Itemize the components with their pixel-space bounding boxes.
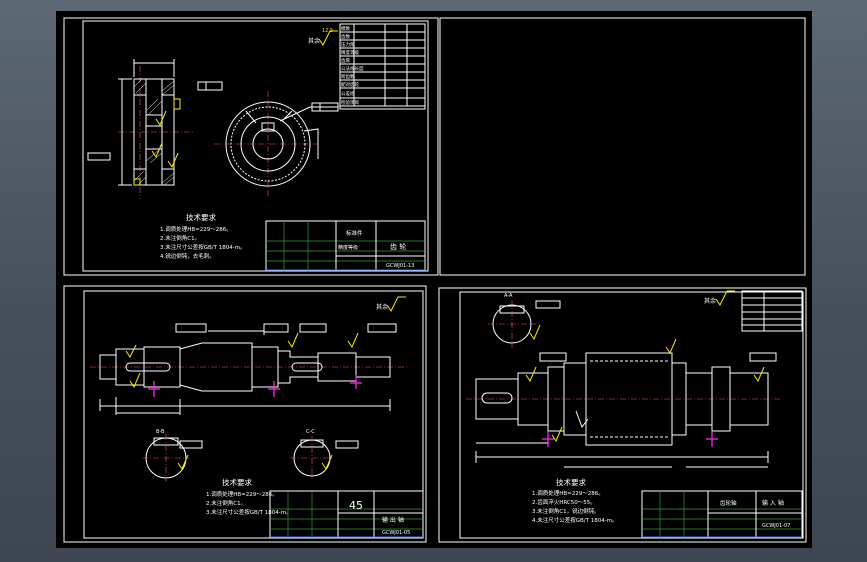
gear-shaft-note-1: 1.调质处理HB=229～286。 [532, 489, 604, 497]
gear-shaft-part-name: 输 入 轴 [762, 499, 784, 507]
sheet-empty-top [439, 17, 806, 276]
gear-shaft-view [466, 338, 782, 468]
shaft-drawing-number: GCWJ01-05 [382, 530, 410, 536]
sheet-gear-shaft: 其余 A-A 技术要求 1.调质处理HB=229～286。 2.齿面淬火HRC5… [438, 287, 807, 543]
gear-notes-title: 技术要求 [186, 212, 216, 222]
shaft-technical-notes: 技术要求 1.调质处理HB=229～286。 2.未注倒角C1。 3.未注尺寸公… [206, 477, 292, 516]
shaft-roughness-symbol-icon [386, 296, 406, 312]
gear-roughness-value: 12.5 [322, 28, 333, 34]
gear-shaft-technical-notes: 技术要求 1.调质处理HB=229～286。 2.齿面淬火HRC50～55。 3… [532, 477, 618, 524]
gear-table-row-10: 检验项目 [341, 99, 359, 106]
gear-table-row-5: 齿厚 [341, 58, 350, 64]
gear-shaft-title-block: 齿轮轴 输 入 轴 GCWJ01-07 [641, 490, 803, 539]
gear-shaft-drawing-number: GCWJ01-07 [762, 523, 790, 529]
gear-title-block: 标准件 精度等级 齿 轮 GCWJ01-13 [265, 220, 426, 272]
gear-table-row-4: 精度等级 [341, 49, 359, 56]
gear-parameter-table: 模数 齿数 压力角 精度等级 齿厚 公法线长度 跨齿数 配对齿轮 公差组 检验项… [339, 23, 426, 110]
model-space-canvas[interactable]: 模数 齿数 压力角 精度等级 齿厚 公法线长度 跨齿数 配对齿轮 公差组 检验项… [56, 11, 812, 548]
gear-table-row-6: 公法线长度 [341, 65, 364, 72]
shaft-material: 45 [349, 499, 363, 512]
gear-note-4: 4.锐边倒钝，去毛刺。 [160, 252, 215, 260]
gear-part-name: 齿 轮 [390, 242, 406, 251]
output-shaft-view [90, 323, 408, 415]
gear-shaft-title-cell: 齿轮轴 [720, 499, 737, 507]
gear-shaft-notes-title: 技术要求 [556, 477, 586, 487]
gear-table-row-3: 压力角 [341, 41, 355, 48]
gear-rest-label: 其余 [308, 37, 320, 45]
gear-front-view [214, 91, 339, 197]
gear-shaft-note-2: 2.齿面淬火HRC50～55。 [532, 498, 596, 506]
gear-table-row-9: 公差组 [341, 90, 355, 97]
section-a-label: A-A [504, 293, 513, 299]
section-b-label: B-B [156, 429, 165, 435]
section-b-b: B-B [142, 429, 203, 482]
gear-shaft-note-4: 4.未注尺寸公差按GB/T 1804-m。 [532, 516, 618, 524]
shaft-rest-label: 其余 [376, 303, 388, 311]
gear-shaft-rest-label: 其余 [704, 297, 716, 305]
gear-note-1: 1.调质处理HB=229～286。 [160, 225, 232, 233]
sheet-output-shaft: 其余 B-B C-C 技术要求 1.调质处理HB=229～286。 2.未注倒角… [63, 285, 427, 543]
shaft-note-2: 2.未注倒角C1。 [206, 499, 246, 507]
gear-table-row-8: 配对齿轮 [341, 81, 359, 88]
gear-drawing-number: GCWJ01-13 [386, 263, 414, 269]
section-c-label: C-C [306, 429, 315, 435]
shaft-title-block: 45 输 出 轴 GCWJ01-05 [269, 490, 424, 539]
gear-note-3: 3.未注尺寸公差按GB/T 1804-m。 [160, 243, 246, 251]
gear-shaft-table [741, 290, 803, 332]
shaft-part-name: 输 出 轴 [382, 516, 404, 524]
cad-viewport: 模数 齿数 压力角 精度等级 齿厚 公法线长度 跨齿数 配对齿轮 公差组 检验项… [0, 0, 867, 562]
shaft-notes-title: 技术要求 [222, 477, 252, 487]
gear-shaft-roughness-symbol-icon [715, 290, 735, 306]
gear-table-row-7: 跨齿数 [341, 73, 355, 80]
gear-note-2: 2.未注倒角C1。 [160, 234, 200, 242]
section-c-c: C-C [290, 429, 359, 480]
gear-precision-label: 精度等级 [338, 244, 358, 251]
gear-table-row-2: 齿数 [341, 33, 350, 40]
sheet-gear: 模数 齿数 压力角 精度等级 齿厚 公法线长度 跨齿数 配对齿轮 公差组 检验项… [63, 17, 439, 276]
gear-shaft-note-3: 3.未注倒角C1，锐边倒钝。 [532, 507, 600, 515]
section-a-a: A-A [488, 293, 561, 348]
gear-title-cell: 标准件 [346, 229, 363, 237]
drawing-sheets: 模数 齿数 压力角 精度等级 齿厚 公法线长度 跨齿数 配对齿轮 公差组 检验项… [63, 17, 807, 543]
gear-technical-notes: 技术要求 1.调质处理HB=229～286。 2.未注倒角C1。 3.未注尺寸公… [160, 212, 246, 260]
shaft-note-1: 1.调质处理HB=229～286。 [206, 490, 278, 498]
gear-table-row-1: 模数 [341, 25, 350, 32]
gear-section-view [87, 59, 223, 199]
